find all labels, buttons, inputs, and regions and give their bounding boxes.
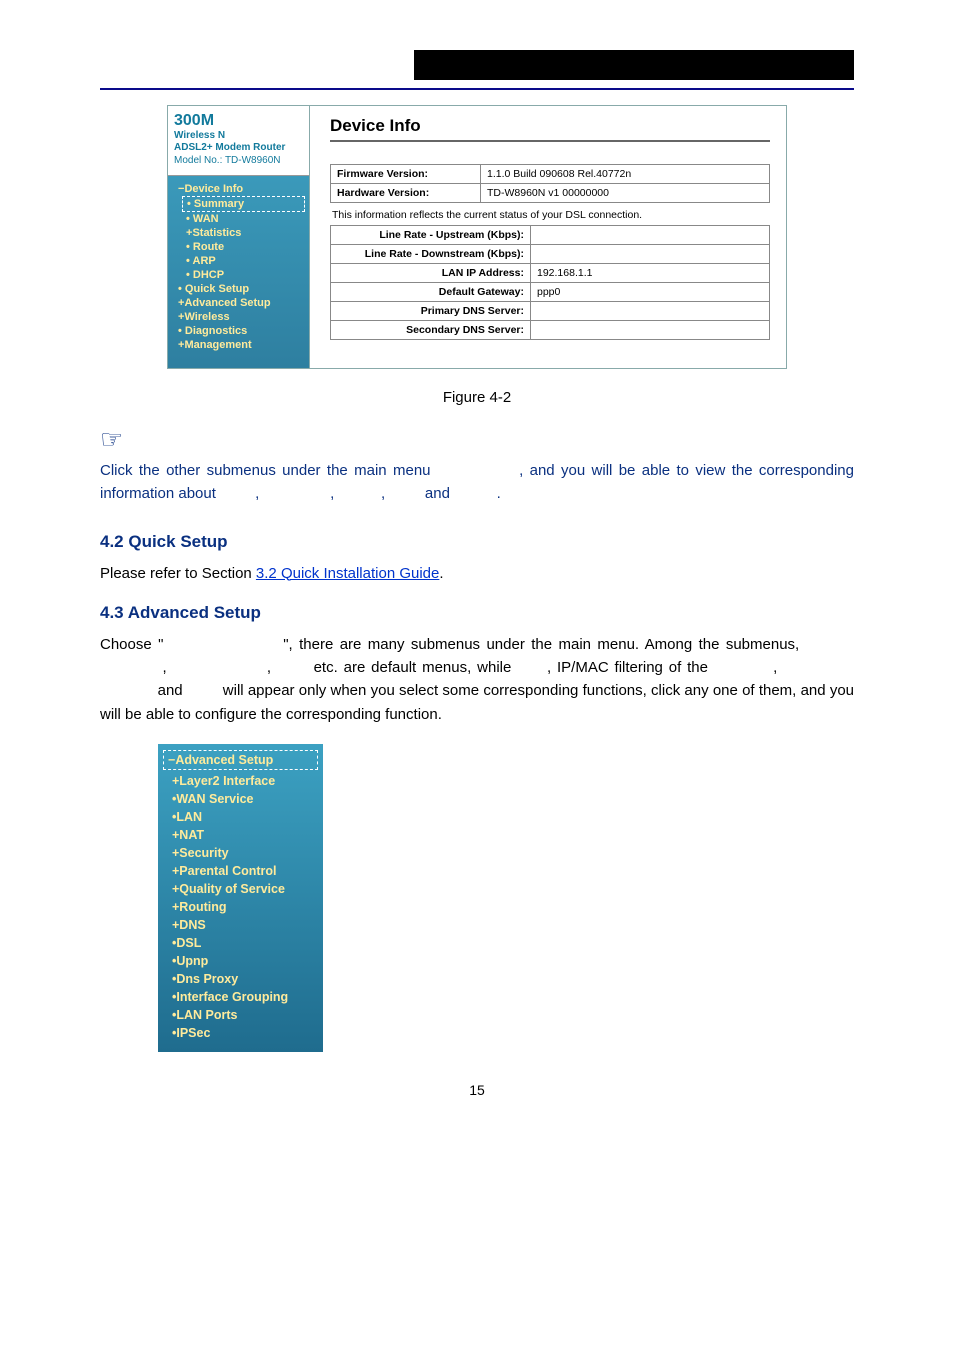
body-ghost: WAN Service xyxy=(173,659,267,676)
up-value xyxy=(531,226,770,245)
lan-value: 192.168.1.1 xyxy=(531,264,770,283)
brand-block: 300M Wireless N ADSL2+ Modem Router Mode… xyxy=(168,106,309,176)
section-4-3-head: 4.3 Advanced Setup xyxy=(100,603,854,623)
status-table: Line Rate - Upstream (Kbps): Line Rate -… xyxy=(330,225,770,340)
body-ghost: NAT xyxy=(517,659,547,676)
body-text: . xyxy=(439,565,443,582)
note-ghost: DHCP xyxy=(454,485,497,502)
version-table: Firmware Version: 1.1.0 Build 090608 Rel… xyxy=(330,164,770,203)
body-text: , xyxy=(267,659,277,676)
body-ghost: Advanced Setup xyxy=(163,636,283,653)
note-ghost: WAN xyxy=(220,485,255,502)
body-ghost: DNS xyxy=(187,682,223,699)
note-body: Click the other submenus under the main … xyxy=(100,459,854,506)
router-nav: −Device Info • Summary • WAN +Statistics… xyxy=(168,176,309,368)
nav-quick-setup[interactable]: • Quick Setup xyxy=(168,282,309,296)
body-text: etc. are default menus, while xyxy=(314,659,518,676)
adv-nav-item[interactable]: +Security xyxy=(158,844,323,862)
section-4-2-body: Please refer to Section 3.2 Quick Instal… xyxy=(100,562,854,585)
note-ghost: Route xyxy=(338,485,381,502)
adv-nav-item[interactable]: •LAN Ports xyxy=(158,1006,323,1024)
content-rule xyxy=(330,140,770,142)
down-value xyxy=(531,245,770,264)
section-4-3-body: Choose "Advanced Setup", there are many … xyxy=(100,633,854,726)
adv-nav-item[interactable]: •LAN xyxy=(158,808,323,826)
quick-install-link[interactable]: 3.2 Quick Installation Guide xyxy=(256,565,439,582)
adv-nav-item[interactable]: +Routing xyxy=(158,898,323,916)
nav-wan[interactable]: • WAN xyxy=(168,212,309,226)
body-text: , xyxy=(163,659,173,676)
adv-nav-item[interactable]: •Interface Grouping xyxy=(158,988,323,1006)
body-text: , xyxy=(773,659,783,676)
adv-nav-item[interactable]: +Parental Control xyxy=(158,862,323,880)
adv-nav-item[interactable]: •Upnp xyxy=(158,952,323,970)
figure-caption: Figure 4-2 xyxy=(100,389,854,406)
hw-value: TD-W8960N v1 00000000 xyxy=(481,184,770,203)
hw-label: Hardware Version: xyxy=(331,184,481,203)
note-ghost: Device Info xyxy=(437,462,519,479)
adv-nav-item[interactable]: •IPSec xyxy=(158,1024,323,1042)
body-text: and xyxy=(158,682,187,699)
adv-nav-item[interactable]: +Quality of Service xyxy=(158,880,323,898)
nav-management[interactable]: +Management xyxy=(168,338,309,352)
body-text: Please refer to Section xyxy=(100,565,256,582)
nav-route[interactable]: • Route xyxy=(168,240,309,254)
brand-line1: 300M xyxy=(174,112,303,130)
down-label: Line Rate - Downstream (Kbps): xyxy=(331,245,531,264)
note-text: and xyxy=(425,485,454,502)
adv-nav-header[interactable]: −Advanced Setup xyxy=(163,750,318,770)
note-text: Click the other submenus under the main … xyxy=(100,462,437,479)
content-title: Device Info xyxy=(330,116,770,136)
adv-nav-item[interactable]: •WAN Service xyxy=(158,790,323,808)
fw-value: 1.1.0 Build 090608 Rel.40772n xyxy=(481,165,770,184)
body-text: , IP/MAC filtering of the xyxy=(547,659,714,676)
sdns-value xyxy=(531,321,770,340)
adv-nav-item[interactable]: •Dns Proxy xyxy=(158,970,323,988)
brand-line2: Wireless N xyxy=(174,130,303,142)
status-caption: This information reflects the current st… xyxy=(330,203,770,225)
nav-device-info[interactable]: −Device Info xyxy=(168,182,309,196)
brand-line4: Model No.: TD-W8960N xyxy=(174,154,303,167)
note-ghost: ARP xyxy=(389,485,425,502)
nav-diagnostics[interactable]: • Diagnostics xyxy=(168,324,309,338)
body-ghost: Security xyxy=(714,659,773,676)
advanced-setup-nav: −Advanced Setup +Layer2 Interface•WAN Se… xyxy=(158,744,323,1052)
adv-nav-item[interactable]: •DSL xyxy=(158,934,323,952)
gw-value: ppp0 xyxy=(531,283,770,302)
adv-nav-item[interactable]: +Layer2 Interface xyxy=(158,772,323,790)
page-number: 15 xyxy=(100,1082,854,1098)
router-admin-panel: 300M Wireless N ADSL2+ Modem Router Mode… xyxy=(167,105,787,369)
note-ghost: Statistics xyxy=(263,485,330,502)
nav-dhcp[interactable]: • DHCP xyxy=(168,268,309,282)
section-4-2-head: 4.2 Quick Setup xyxy=(100,532,854,552)
body-ghost: LAN xyxy=(277,659,314,676)
brand-line3: ADSL2+ Modem Router xyxy=(174,142,303,154)
nav-arp[interactable]: • ARP xyxy=(168,254,309,268)
sdns-label: Secondary DNS Server: xyxy=(331,321,531,340)
router-content: Device Info Firmware Version: 1.1.0 Buil… xyxy=(310,106,786,368)
pdns-label: Primary DNS Server: xyxy=(331,302,531,321)
note-hand-icon: ☞ xyxy=(100,424,854,455)
note-text: . xyxy=(497,485,501,502)
adv-nav-item[interactable]: +DNS xyxy=(158,916,323,934)
nav-advanced-setup[interactable]: +Advanced Setup xyxy=(168,296,309,310)
body-text: Choose " xyxy=(100,636,163,653)
gw-label: Default Gateway: xyxy=(331,283,531,302)
fw-label: Firmware Version: xyxy=(331,165,481,184)
body-text: ", there are many submenus under the mai… xyxy=(283,636,805,653)
header-rule xyxy=(100,88,854,90)
up-label: Line Rate - Upstream (Kbps): xyxy=(331,226,531,245)
nav-summary[interactable]: • Summary xyxy=(182,196,305,212)
adv-nav-item[interactable]: +NAT xyxy=(158,826,323,844)
router-sidebar: 300M Wireless N ADSL2+ Modem Router Mode… xyxy=(168,106,310,368)
nav-wireless[interactable]: +Wireless xyxy=(168,310,309,324)
pdns-value xyxy=(531,302,770,321)
header-black-bar xyxy=(414,50,854,80)
nav-statistics[interactable]: +Statistics xyxy=(168,226,309,240)
lan-label: LAN IP Address: xyxy=(331,264,531,283)
